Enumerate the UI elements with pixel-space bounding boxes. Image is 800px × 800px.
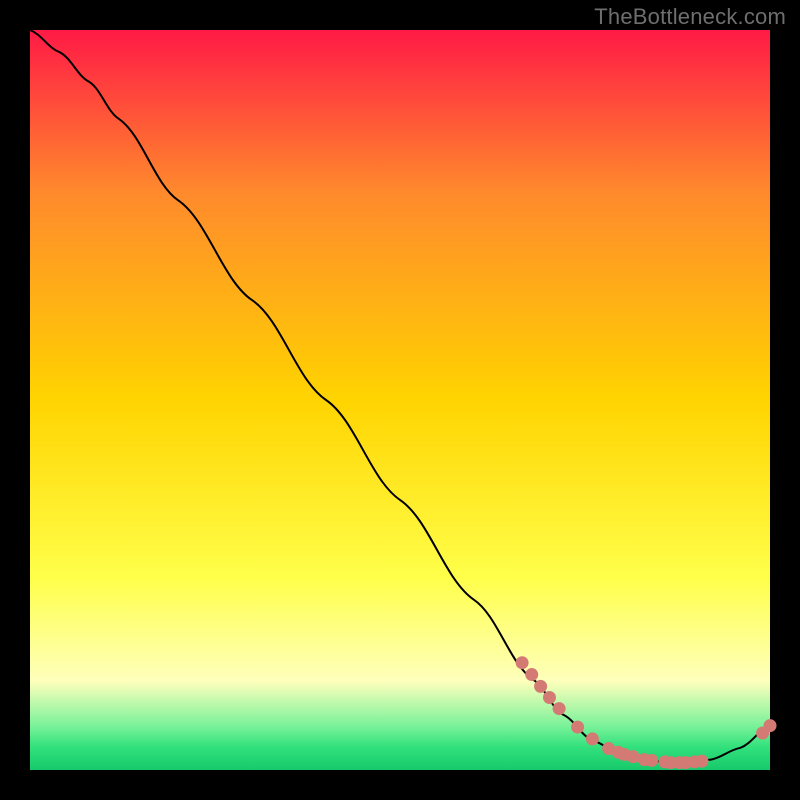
points-layer [30,30,770,770]
data-point [571,721,584,734]
data-point [695,755,708,768]
data-point [543,691,556,704]
data-point [764,719,777,732]
data-point [525,668,538,681]
data-point [516,656,529,669]
chart-frame: TheBottleneck.com [0,0,800,800]
data-point [534,680,547,693]
data-point [645,754,658,767]
plot-area [30,30,770,770]
watermark-text: TheBottleneck.com [594,4,786,30]
data-point [627,750,640,763]
data-point [586,732,599,745]
data-points-group [516,656,777,769]
data-point [553,702,566,715]
